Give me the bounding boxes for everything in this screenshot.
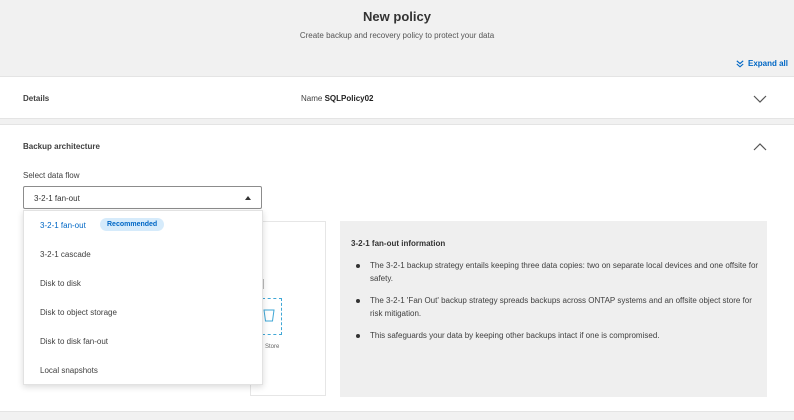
- recommended-badge: Recommended: [100, 218, 165, 231]
- chevron-up-icon[interactable]: [753, 142, 767, 152]
- dropdown-option-disk-to-object-storage[interactable]: Disk to object storage: [24, 298, 262, 327]
- caret-up-icon: [245, 196, 251, 200]
- data-flow-selected-value: 3-2-1 fan-out: [34, 194, 80, 203]
- data-flow-dropdown-menu: 3-2-1 fan-out Recommended 3-2-1 cascade …: [23, 210, 263, 385]
- page-title: New policy: [363, 9, 431, 24]
- fan-out-info-panel: 3-2-1 fan-out information The 3-2-1 back…: [340, 221, 767, 397]
- backup-architecture-label: Backup architecture: [23, 142, 100, 151]
- dropdown-option-local-snapshots[interactable]: Local snapshots: [24, 356, 262, 385]
- page-subtitle: Create backup and recovery policy to pro…: [299, 31, 495, 40]
- data-flow-select[interactable]: 3-2-1 fan-out: [23, 186, 262, 209]
- diagram-connector: [263, 279, 264, 289]
- info-title: 3-2-1 fan-out information: [351, 239, 446, 248]
- info-bullet: The 3-2-1 backup strategy entails keepin…: [351, 259, 761, 285]
- policy-name-label: Name: [301, 94, 323, 103]
- details-section[interactable]: Details Name SQLPolicy02: [0, 76, 794, 119]
- expand-all-button[interactable]: Expand all: [736, 59, 788, 68]
- object-store-label: Store: [265, 344, 280, 350]
- bullet-icon: [356, 299, 360, 303]
- bullet-icon: [356, 334, 360, 338]
- bucket-icon: [263, 309, 275, 322]
- dropdown-option-3-2-1-cascade[interactable]: 3-2-1 cascade: [24, 240, 262, 269]
- info-bullet: This safeguards your data by keeping oth…: [351, 329, 761, 342]
- info-bullet: The 3-2-1 'Fan Out' backup strategy spre…: [351, 294, 761, 320]
- dropdown-option-disk-to-disk[interactable]: Disk to disk: [24, 269, 262, 298]
- dropdown-option-3-2-1-fan-out[interactable]: 3-2-1 fan-out Recommended: [24, 211, 262, 240]
- policy-name-value: SQLPolicy02: [324, 94, 374, 103]
- expand-all-label: Expand all: [747, 59, 788, 68]
- data-flow-label: Select data flow: [23, 171, 80, 180]
- double-chevron-down-icon: [736, 59, 744, 68]
- info-bullet-list: The 3-2-1 backup strategy entails keepin…: [351, 259, 761, 351]
- page-header: New policy Create backup and recovery po…: [0, 0, 794, 56]
- policy-name: Name SQLPolicy02: [301, 94, 374, 103]
- bullet-icon: [356, 264, 360, 268]
- dropdown-option-disk-to-disk-fan-out[interactable]: Disk to disk fan-out: [24, 327, 262, 356]
- details-label: Details: [23, 94, 50, 103]
- chevron-down-icon[interactable]: [753, 94, 767, 104]
